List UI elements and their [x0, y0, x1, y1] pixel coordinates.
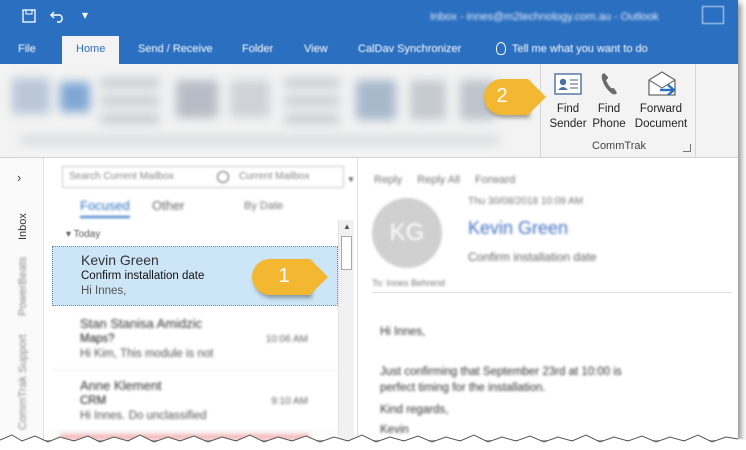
mail-time: 10:06 AM — [265, 334, 308, 345]
phone-icon — [594, 70, 624, 98]
ribbon-tab-bar: File Home Send / Receive Folder View Cal… — [0, 34, 738, 64]
find-phone-button[interactable]: Find Phone — [591, 70, 627, 132]
window-title: Inbox - innes@m2technology.com.au - Outl… — [430, 11, 659, 23]
outlook-window: ▾ Inbox - innes@m2technology.com.au - Ou… — [0, 0, 738, 440]
find-sender-label-2: Sender — [549, 118, 587, 130]
callout-2: 2 — [484, 79, 546, 115]
mail-preview: Hi Kim, This module is not — [80, 348, 214, 360]
callout-1-number: 1 — [278, 265, 290, 287]
mail-list-scrollbar[interactable]: ▲ — [338, 220, 354, 440]
contact-card-icon — [553, 70, 583, 98]
message-date: Thu 30/08/2018 10:09 AM — [468, 196, 584, 207]
tab-home[interactable]: Home — [62, 36, 120, 64]
scrollbar-thumb[interactable] — [341, 236, 352, 270]
mail-sender: Anne Klement — [80, 378, 162, 393]
title-bar: ▾ Inbox - innes@m2technology.com.au - Ou… — [0, 0, 738, 34]
search-scope[interactable]: Current Mailbox — [239, 171, 310, 182]
tell-me-search[interactable]: Tell me what you want to do — [512, 43, 648, 55]
folder-commtrak-support[interactable]: CommTrak Support — [17, 334, 29, 430]
tab-view[interactable]: View — [304, 43, 328, 55]
body-line: Just confirming that September 23rd at 1… — [380, 366, 622, 378]
tab-file[interactable]: File — [18, 43, 36, 55]
find-phone-label-1: Find — [597, 103, 621, 115]
ribbon: Find Sender Find Phone Forward Document … — [0, 64, 738, 158]
reply-all-button[interactable]: Reply All — [417, 174, 460, 186]
message-actions: Reply Reply All Forward — [374, 174, 527, 186]
collapse-arrow-icon: ▾ — [66, 229, 72, 240]
lightbulb-icon — [496, 42, 506, 55]
forward-document-button[interactable]: Forward Document — [629, 70, 693, 132]
body-line: Kind regards, — [380, 404, 449, 416]
reply-button[interactable]: Reply — [374, 174, 402, 186]
quick-access-dropdown-icon[interactable]: ▾ — [82, 8, 88, 22]
message-recipients: To: Innes Behrend — [372, 278, 446, 288]
callout-1: 1 — [252, 259, 328, 295]
forward-document-label-2: Document — [634, 118, 688, 130]
find-sender-label-1: Find — [556, 103, 580, 115]
ribbon-blurred-groups — [0, 64, 540, 158]
ribbon-display-options-icon[interactable] — [702, 6, 724, 24]
tab-focused[interactable]: Focused — [80, 198, 130, 218]
mail-item[interactable]: Anne Klement CRM Hi Innes. Do unclassifi… — [52, 372, 338, 432]
group-today-label: Today — [73, 229, 101, 240]
avatar: KG — [372, 198, 442, 268]
commtrak-group-label: CommTrak — [592, 140, 646, 152]
commtrak-group: Find Sender Find Phone Forward Document … — [540, 64, 696, 158]
find-phone-label-2: Phone — [592, 118, 626, 130]
mail-item[interactable]: Stan Stanisa Amidzic Maps? Hi Kim, This … — [52, 310, 338, 370]
tab-send-receive[interactable]: Send / Receive — [138, 43, 213, 55]
dialog-launcher-icon[interactable] — [683, 144, 691, 152]
forward-document-label-1: Forward — [639, 103, 683, 115]
find-sender-button[interactable]: Find Sender — [545, 70, 591, 132]
tab-other[interactable]: Other — [152, 198, 185, 213]
save-icon[interactable] — [22, 9, 36, 26]
header-divider — [372, 292, 732, 293]
body-line: perfect timing for the installation. — [380, 382, 546, 394]
tab-caldav-synchronizer[interactable]: CalDav Synchronizer — [358, 43, 461, 55]
reading-pane: Reply Reply All Forward KG Thu 30/08/201… — [357, 158, 738, 440]
message-sender[interactable]: Kevin Green — [468, 218, 568, 239]
body-line: Hi Innes, — [380, 326, 426, 338]
callout-2-number: 2 — [496, 85, 508, 107]
chevron-down-icon[interactable]: ▼ — [347, 175, 355, 184]
group-header-today[interactable]: ▾ Today — [52, 226, 338, 244]
mail-sender: Stan Stanisa Amidzic — [80, 316, 203, 331]
search-box[interactable]: Search Current Mailbox Current Mailbox ▼ — [62, 166, 355, 188]
mail-list-pane: Search Current Mailbox Current Mailbox ▼… — [52, 158, 356, 440]
tab-folder[interactable]: Folder — [242, 43, 273, 55]
envelope-forward-icon — [646, 70, 676, 98]
folder-pane: › Inbox PowerBeats CommTrak Support — [0, 158, 44, 440]
sort-by-date[interactable]: By Date — [244, 200, 283, 212]
folder-powerbeats[interactable]: PowerBeats — [17, 257, 29, 316]
search-icon[interactable] — [217, 171, 229, 183]
message-subject: Confirm installation date — [468, 250, 597, 264]
torn-edge — [0, 434, 746, 450]
mail-time: 9:10 AM — [271, 396, 308, 407]
folder-inbox[interactable]: Inbox — [17, 213, 29, 240]
undo-icon[interactable] — [49, 9, 66, 26]
mail-preview: Hi Innes. Do unclassified — [80, 410, 207, 422]
expand-folder-pane-icon[interactable]: › — [17, 170, 21, 185]
search-input[interactable]: Search Current Mailbox — [69, 171, 174, 182]
forward-button[interactable]: Forward — [475, 174, 515, 186]
scroll-up-icon[interactable]: ▲ — [343, 222, 351, 231]
